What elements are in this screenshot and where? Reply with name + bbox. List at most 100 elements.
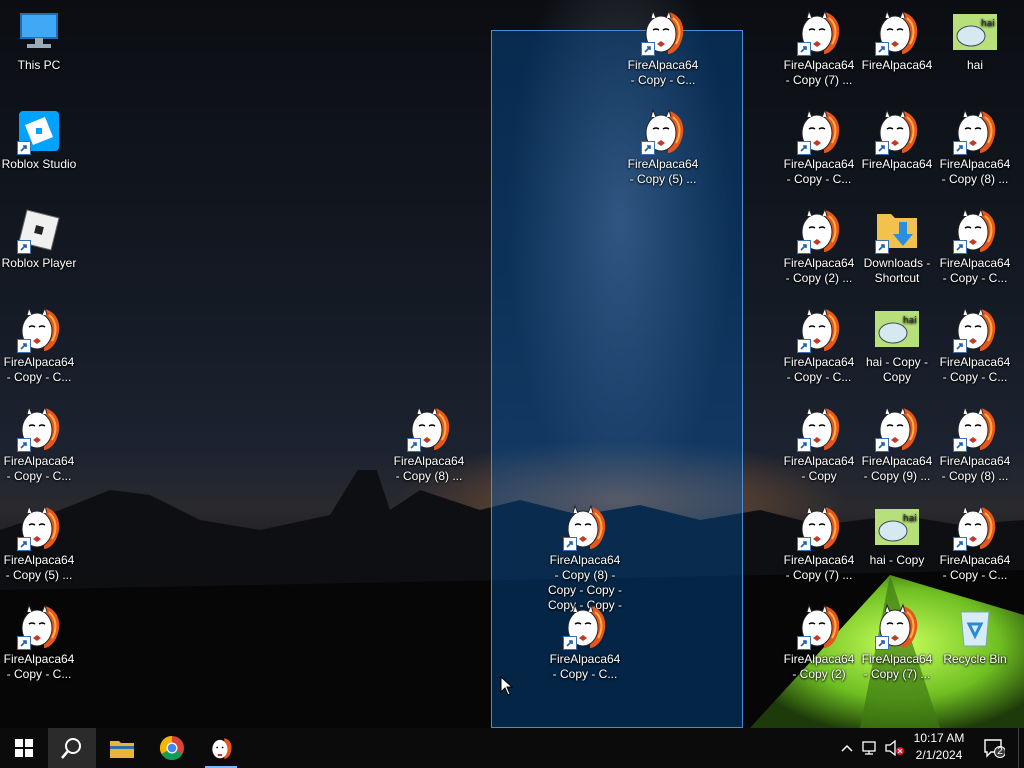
desktop-icon-label: FireAlpaca64 [861, 58, 933, 72]
desktop-icon-roblox-player[interactable]: Roblox Player [0, 206, 78, 271]
start-button[interactable] [0, 728, 48, 768]
firealpaca-icon [561, 503, 609, 551]
desktop-icon-label: hai - Copy [869, 553, 925, 567]
roblox-player-icon [15, 206, 63, 254]
svg-text:hai: hai [981, 19, 995, 29]
shortcut-arrow-icon [797, 636, 811, 650]
desktop-icon-hai[interactable]: hai hai - Copy - Copy [858, 305, 936, 385]
recycle-icon [951, 602, 999, 650]
desktop-icon-alpaca[interactable]: FireAlpaca64 - Copy (8) ... [936, 107, 1014, 187]
desktop-icon-label: Downloads - Shortcut [863, 256, 931, 285]
desktop-icon-hai[interactable]: hai hai - Copy [858, 503, 936, 568]
desktop-icon-roblox-studio[interactable]: Roblox Studio [0, 107, 78, 172]
desktop-icon-alpaca[interactable]: FireAlpaca64 - Copy - C... [780, 107, 858, 187]
firealpaca-icon [15, 404, 63, 452]
desktop-icon-alpaca[interactable]: FireAlpaca64 - Copy (2) ... [780, 206, 858, 286]
desktop-icon-alpaca[interactable]: FireAlpaca64 [858, 8, 936, 73]
firealpaca-icon [561, 602, 609, 650]
desktop-icon-alpaca[interactable]: FireAlpaca64 - Copy - C... [936, 206, 1014, 286]
desktop-icon-alpaca[interactable]: FireAlpaca64 - Copy (7) ... [858, 602, 936, 682]
firealpaca-icon [15, 503, 63, 551]
taskbar-chrome[interactable] [148, 728, 196, 768]
firealpaca-icon [873, 107, 921, 155]
shortcut-arrow-icon [875, 438, 889, 452]
desktop-icon-label: FireAlpaca64 - Copy - C... [3, 454, 75, 483]
desktop-icon-alpaca[interactable]: FireAlpaca64 - Copy - C... [624, 8, 702, 88]
firealpaca-icon [951, 305, 999, 353]
desktop-icon-label: FireAlpaca64 - Copy (7) ... [861, 652, 933, 681]
desktop-icon-alpaca[interactable]: FireAlpaca64 - Copy (5) ... [0, 503, 78, 583]
desktop-icon-folder[interactable]: Downloads - Shortcut [858, 206, 936, 286]
taskbar-file-explorer[interactable] [98, 728, 146, 768]
desktop-icon-alpaca[interactable]: FireAlpaca64 - Copy - C... [0, 602, 78, 682]
shortcut-arrow-icon [797, 438, 811, 452]
show-desktop-button[interactable] [1018, 728, 1024, 768]
chrome-icon [160, 736, 184, 760]
desktop-icon-alpaca[interactable]: FireAlpaca64 - Copy (7) ... [780, 8, 858, 88]
desktop-icon-label: FireAlpaca64 - Copy - C... [3, 355, 75, 384]
desktop-icon-label: hai - Copy - Copy [865, 355, 929, 384]
shortcut-arrow-icon [875, 42, 889, 56]
file-explorer-icon [110, 741, 134, 758]
firealpaca-icon [951, 206, 999, 254]
shortcut-arrow-icon [641, 141, 655, 155]
hai-icon: hai [873, 503, 921, 551]
desktop-icon-pc[interactable]: This PC [0, 8, 78, 73]
desktop-icon-alpaca[interactable]: FireAlpaca64 - Copy - C... [0, 404, 78, 484]
desktop-icon-label: FireAlpaca64 - Copy (8) ... [939, 454, 1011, 483]
desktop-icon-alpaca[interactable]: FireAlpaca64 - Copy - C... [936, 503, 1014, 583]
shortcut-arrow-icon [875, 240, 889, 254]
desktop-icon-label: FireAlpaca64 - Copy - C... [939, 553, 1011, 582]
svg-text:hai: hai [903, 514, 917, 524]
shortcut-arrow-icon [641, 42, 655, 56]
shortcut-arrow-icon [17, 141, 31, 155]
desktop-icon-label: FireAlpaca64 - Copy - C... [939, 355, 1011, 384]
taskbar-firealpaca[interactable] [197, 728, 245, 768]
shortcut-arrow-icon [953, 141, 967, 155]
desktop-icon-alpaca[interactable]: FireAlpaca64 - Copy (9) ... [858, 404, 936, 484]
shortcut-arrow-icon [797, 42, 811, 56]
desktop-icon-recycle[interactable]: Recycle Bin [936, 602, 1014, 667]
shortcut-arrow-icon [953, 339, 967, 353]
desktop-icon-alpaca[interactable]: FireAlpaca64 - Copy (7) ... [780, 503, 858, 583]
notification-count: 2 [997, 746, 1003, 757]
desktop-icon-alpaca[interactable]: FireAlpaca64 - Copy (2) [780, 602, 858, 682]
desktop-icon-label: Recycle Bin [943, 652, 1007, 666]
firealpaca-icon [639, 107, 687, 155]
desktop-icon-alpaca[interactable]: FireAlpaca64 [858, 107, 936, 172]
desktop-icon-label: FireAlpaca64 - Copy - C... [627, 58, 699, 87]
desktop-icon-alpaca[interactable]: FireAlpaca64 - Copy - C... [546, 602, 624, 682]
folder-icon [873, 206, 921, 254]
shortcut-arrow-icon [407, 438, 421, 452]
firealpaca-icon [795, 404, 843, 452]
shortcut-arrow-icon [17, 537, 31, 551]
shortcut-arrow-icon [563, 537, 577, 551]
shortcut-arrow-icon [797, 339, 811, 353]
desktop-icon-alpaca[interactable]: FireAlpaca64 - Copy (5) ... [624, 107, 702, 187]
desktop-icon-alpaca[interactable]: FireAlpaca64 - Copy (8) ... [390, 404, 468, 484]
tray-volume[interactable] [884, 728, 906, 768]
chevron-up-icon [841, 744, 853, 752]
taskbar-clock[interactable]: 10:17 AM 2/1/2024 [905, 730, 973, 764]
shortcut-arrow-icon [953, 240, 967, 254]
search-button[interactable] [48, 728, 96, 768]
desktop-icon-alpaca[interactable]: FireAlpaca64 - Copy - C... [0, 305, 78, 385]
desktop-icon-label: FireAlpaca64 [861, 157, 933, 171]
desktop-icon-hai[interactable]: hai hai [936, 8, 1014, 73]
firealpaca-icon [873, 602, 921, 650]
action-center-button[interactable]: 2 [980, 728, 1008, 768]
roblox-studio-icon [15, 107, 63, 155]
desktop-icon-alpaca[interactable]: FireAlpaca64 - Copy - C... [780, 305, 858, 385]
firealpaca-icon [795, 8, 843, 56]
tray-show-hidden[interactable] [838, 728, 856, 768]
desktop-icon-alpaca[interactable]: FireAlpaca64 - Copy - C... [936, 305, 1014, 385]
desktop-icon-alpaca[interactable]: FireAlpaca64 - Copy [780, 404, 858, 484]
desktop-icon-label: FireAlpaca64 - Copy (7) ... [783, 553, 855, 582]
desktop-icon-alpaca[interactable]: FireAlpaca64 - Copy (8) ... [936, 404, 1014, 484]
tray-network[interactable] [861, 728, 881, 768]
taskbar: 10:17 AM 2/1/2024 2 [0, 728, 1024, 768]
mouse-cursor [500, 676, 514, 696]
shortcut-arrow-icon [875, 141, 889, 155]
desktop-icon-label: FireAlpaca64 - Copy (5) ... [3, 553, 75, 582]
hai-icon: hai [873, 305, 921, 353]
